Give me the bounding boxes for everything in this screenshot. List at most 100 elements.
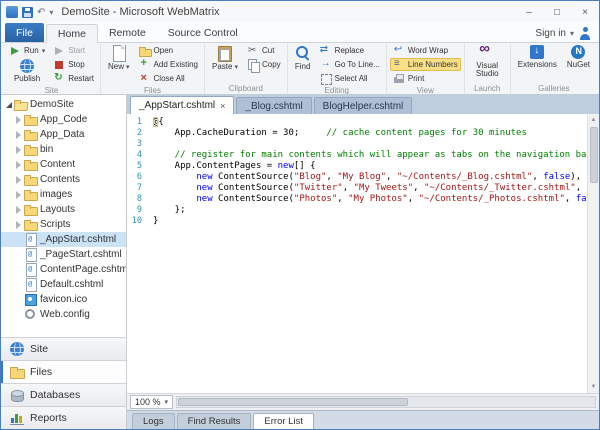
paste-button[interactable]: Paste xyxy=(208,44,242,72)
expand-arrow-icon[interactable] xyxy=(14,190,24,200)
tab-source-control[interactable]: Source Control xyxy=(157,23,249,42)
tree-item-Scripts[interactable]: Scripts xyxy=(1,217,126,232)
ribbon-group-editing: Find Replace Go To Line... Select All xyxy=(288,44,387,94)
tree-item-App_Data[interactable]: App_Data xyxy=(1,127,126,142)
minimize-button[interactable]: – xyxy=(515,1,543,23)
tree-item-Default.cshtml[interactable]: Default.cshtml xyxy=(1,277,126,292)
tree-item-images[interactable]: images xyxy=(1,187,126,202)
expand-arrow-icon[interactable] xyxy=(14,130,24,140)
cshtml-icon xyxy=(24,233,37,246)
sign-in-area[interactable]: Sign in xyxy=(535,27,599,42)
tree-item-Content[interactable]: Content xyxy=(1,157,126,172)
tree-item-_AppStart.cshtml[interactable]: _AppStart.cshtml xyxy=(1,232,126,247)
replace-label: Replace xyxy=(335,46,364,55)
tab-home[interactable]: Home xyxy=(46,24,98,43)
tree-item-Web.config[interactable]: Web.config xyxy=(1,307,126,322)
extensions-button[interactable]: Extensions xyxy=(514,44,561,70)
collapse-arrow-icon[interactable] xyxy=(4,100,14,110)
title-bar: DemoSite - Microsoft WebMatrix – □ × xyxy=(1,1,599,23)
vertical-scrollbar[interactable]: ▲ ▼ xyxy=(587,114,599,393)
workspace-files-button[interactable]: Files xyxy=(1,360,126,383)
extensions-icon xyxy=(530,45,544,59)
nuget-button[interactable]: NuGet xyxy=(563,44,594,70)
tab-error-list[interactable]: Error List xyxy=(253,413,314,429)
copy-button[interactable]: Copy xyxy=(244,58,284,71)
replace-button[interactable]: Replace xyxy=(317,44,383,57)
cut-button[interactable]: Cut xyxy=(244,44,284,57)
tree-item-Layouts[interactable]: Layouts xyxy=(1,202,126,217)
expand-arrow-icon[interactable] xyxy=(14,175,24,185)
file-tree[interactable]: DemoSiteApp_CodeApp_DatabinContentConten… xyxy=(1,95,126,337)
cut-icon xyxy=(247,45,259,57)
code-line-5[interactable]: 5 App.ContentPages = new[] { xyxy=(127,161,587,172)
publish-button[interactable]: Publish xyxy=(6,58,48,84)
code-line-1[interactable]: 1@{ xyxy=(127,117,587,128)
close-button[interactable]: × xyxy=(571,1,599,23)
doc-tab-appstart[interactable]: _AppStart.cshtml × xyxy=(130,96,234,114)
tree-item-favicon.ico[interactable]: favicon.ico xyxy=(1,292,126,307)
print-icon xyxy=(393,73,405,85)
vertical-scroll-thumb[interactable] xyxy=(590,127,598,183)
code-editor[interactable]: 1@{2 App.CacheDuration = 30; // cache co… xyxy=(127,114,599,393)
code-line-3[interactable]: 3 xyxy=(127,139,587,150)
user-account-icon[interactable] xyxy=(578,27,592,40)
workspace-databases-button[interactable]: Databases xyxy=(1,383,126,406)
horizontal-scrollbar[interactable] xyxy=(176,396,596,408)
maximize-button[interactable]: □ xyxy=(543,1,571,23)
expand-arrow-icon[interactable] xyxy=(14,220,24,230)
tab-close-icon[interactable]: × xyxy=(220,101,225,111)
tree-item-DemoSite[interactable]: DemoSite xyxy=(1,97,126,112)
word-wrap-button[interactable]: Word Wrap xyxy=(390,44,461,57)
tab-file[interactable]: File xyxy=(5,23,44,42)
code-line-9[interactable]: 9 }; xyxy=(127,205,587,216)
start-button[interactable]: Start xyxy=(50,44,97,57)
goto-line-button[interactable]: Go To Line... xyxy=(317,58,383,71)
tab-logs[interactable]: Logs xyxy=(132,413,175,429)
select-all-button[interactable]: Select All xyxy=(317,72,383,85)
scroll-down-icon[interactable]: ▼ xyxy=(588,381,600,393)
code-line-10[interactable]: 10} xyxy=(127,216,587,227)
horizontal-scroll-thumb[interactable] xyxy=(178,398,408,406)
quick-access-dropdown-icon[interactable] xyxy=(49,8,53,17)
expand-arrow-icon[interactable] xyxy=(14,205,24,215)
tree-item-App_Code[interactable]: App_Code xyxy=(1,112,126,127)
doc-tab-bloghelper[interactable]: BlogHelper.cshtml xyxy=(314,97,413,114)
code-line-7[interactable]: 7 new ContentSource("Twitter", "My Tweet… xyxy=(127,183,587,194)
code-lines[interactable]: 1@{2 App.CacheDuration = 30; // cache co… xyxy=(127,114,587,393)
code-line-4[interactable]: 4 // register for main contents which wi… xyxy=(127,150,587,161)
add-existing-button[interactable]: Add Existing xyxy=(136,58,201,71)
folder-open-icon xyxy=(14,98,27,111)
scroll-up-icon[interactable]: ▲ xyxy=(588,114,600,126)
tree-item-ContentPage.cshtml[interactable]: ContentPage.cshtml xyxy=(1,262,126,277)
add-existing-icon xyxy=(139,59,151,71)
tree-item-bin[interactable]: bin xyxy=(1,142,126,157)
stop-button[interactable]: Stop xyxy=(50,58,97,71)
expand-arrow-icon[interactable] xyxy=(14,115,24,125)
visual-studio-button[interactable]: Visual Studio xyxy=(468,44,507,80)
close-all-button[interactable]: Close All xyxy=(136,72,201,85)
workspace-site-button[interactable]: Site xyxy=(1,337,126,360)
print-button[interactable]: Print xyxy=(390,72,461,85)
new-button[interactable]: New xyxy=(104,44,134,72)
expand-arrow-icon[interactable] xyxy=(14,160,24,170)
tree-item-Contents[interactable]: Contents xyxy=(1,172,126,187)
workspace-reports-button[interactable]: Reports xyxy=(1,406,126,429)
zoom-control[interactable]: 100 % xyxy=(130,395,173,409)
tree-item-_PageStart.cshtml[interactable]: _PageStart.cshtml xyxy=(1,247,126,262)
code-text: new ContentSource("Photos", "My Photos",… xyxy=(145,194,587,205)
run-button[interactable]: Run xyxy=(6,44,48,57)
find-button[interactable]: Find xyxy=(291,44,315,72)
expand-arrow-icon[interactable] xyxy=(14,145,24,155)
save-icon[interactable] xyxy=(22,7,33,18)
code-line-6[interactable]: 6 new ContentSource("Blog", "My Blog", "… xyxy=(127,172,587,183)
doc-tab-blog[interactable]: _Blog.cshtml xyxy=(236,97,311,114)
undo-icon[interactable] xyxy=(37,7,45,18)
tab-remote[interactable]: Remote xyxy=(98,23,157,42)
start-icon xyxy=(53,45,65,57)
code-line-8[interactable]: 8 new ContentSource("Photos", "My Photos… xyxy=(127,194,587,205)
line-numbers-button[interactable]: Line Numbers xyxy=(390,58,461,71)
code-line-2[interactable]: 2 App.CacheDuration = 30; // cache conte… xyxy=(127,128,587,139)
restart-button[interactable]: Restart xyxy=(50,72,97,85)
open-button[interactable]: Open xyxy=(136,44,201,57)
tab-find-results[interactable]: Find Results xyxy=(177,413,252,429)
